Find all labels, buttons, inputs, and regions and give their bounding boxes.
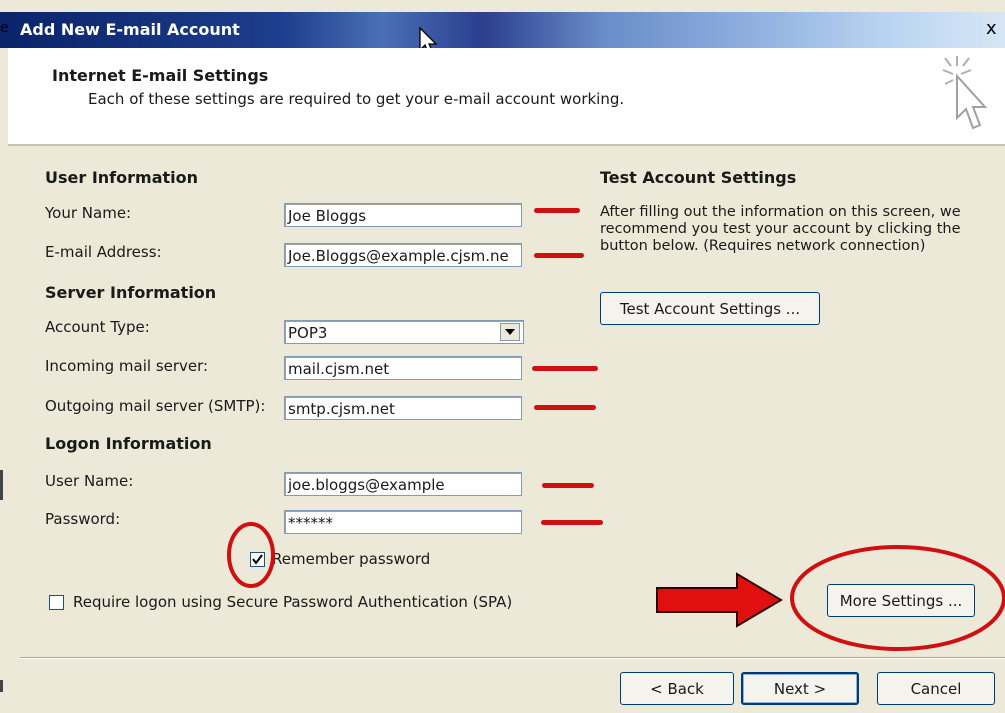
incoming-server-label: Incoming mail server:	[45, 357, 209, 375]
close-icon[interactable]: x	[986, 18, 997, 39]
window-title: Add New E-mail Account	[20, 20, 240, 39]
user-info-heading: User Information	[45, 168, 198, 187]
your-name-field[interactable]: Joe Bloggs	[284, 203, 522, 227]
header-title: Internet E-mail Settings	[52, 66, 269, 85]
account-type-label: Account Type:	[45, 318, 150, 336]
logon-info-heading: Logon Information	[45, 434, 212, 453]
incoming-server-field[interactable]: mail.cjsm.net	[284, 356, 522, 380]
annotation-line	[542, 483, 594, 488]
footer-divider	[20, 657, 1005, 659]
wizard-cursor-icon	[942, 56, 988, 130]
annotation-arrow	[656, 572, 783, 628]
annotation-circle	[227, 522, 275, 588]
password-field[interactable]: ******	[284, 510, 522, 534]
outgoing-server-label: Outgoing mail server (SMTP):	[45, 397, 266, 415]
email-address-field[interactable]: Joe.Bloggs@example.cjsm.ne	[284, 243, 522, 267]
test-account-settings-button[interactable]: Test Account Settings ...	[600, 292, 820, 325]
background-window-edge	[0, 470, 3, 500]
dropdown-arrow-icon[interactable]	[500, 323, 520, 341]
spa-checkbox[interactable]	[49, 595, 64, 610]
user-name-field[interactable]: joe.bloggs@example	[284, 472, 522, 496]
next-button[interactable]: Next >	[741, 672, 859, 705]
email-address-label: E-mail Address:	[45, 243, 162, 261]
header-subtitle: Each of these settings are required to g…	[88, 90, 625, 108]
server-info-heading: Server Information	[45, 283, 217, 302]
test-settings-description: After filling out the information on thi…	[600, 204, 961, 254]
account-type-value: POP3	[288, 324, 328, 342]
more-settings-button[interactable]: More Settings ...	[827, 584, 975, 617]
user-name-label: User Name:	[45, 472, 134, 490]
account-type-select[interactable]: POP3	[284, 320, 524, 344]
annotation-line	[534, 253, 584, 258]
spa-label: Require logon using Secure Password Auth…	[73, 593, 513, 611]
remember-password-label: Remember password	[272, 550, 431, 568]
background-window-edge	[0, 680, 3, 692]
cancel-button[interactable]: Cancel	[877, 672, 995, 705]
test-settings-heading: Test Account Settings	[600, 168, 797, 187]
annotation-line	[532, 366, 598, 371]
password-label: Password:	[45, 510, 121, 528]
outgoing-server-field[interactable]: smtp.cjsm.net	[284, 396, 522, 420]
annotation-line	[534, 405, 596, 410]
your-name-label: Your Name:	[45, 204, 132, 222]
back-button[interactable]: < Back	[620, 672, 734, 705]
background-window-fragment: e	[0, 20, 9, 36]
annotation-line	[541, 520, 603, 525]
annotation-line	[534, 208, 580, 213]
